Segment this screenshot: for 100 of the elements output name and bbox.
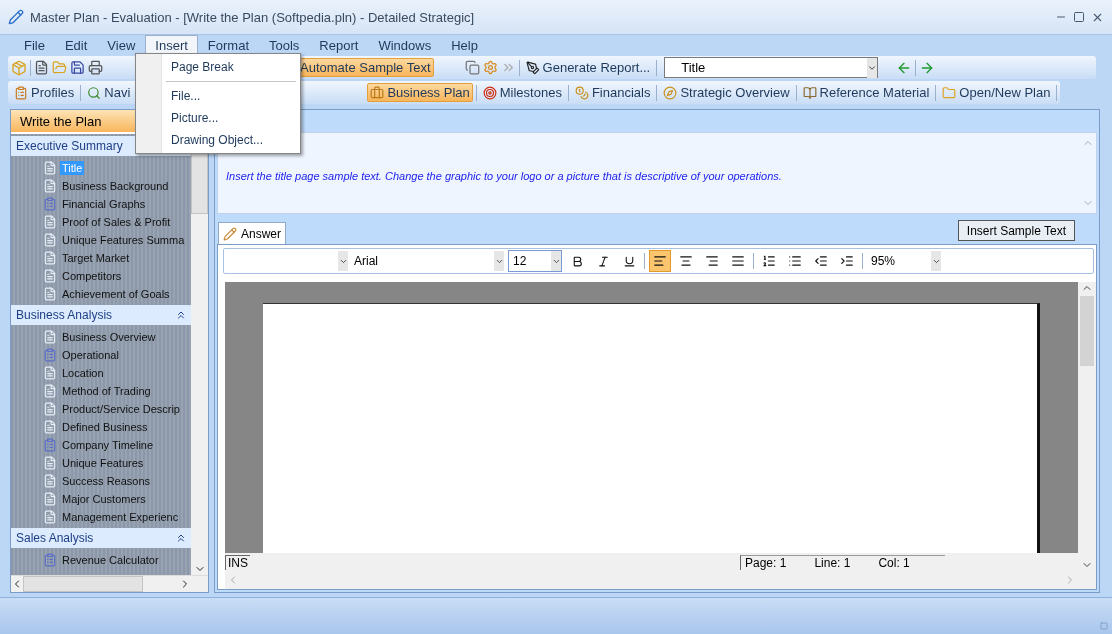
scroll-thumb[interactable] bbox=[23, 576, 143, 592]
app-icon bbox=[8, 9, 24, 25]
nav-item[interactable]: Business Overview bbox=[60, 330, 158, 344]
menu-item[interactable]: Edit bbox=[54, 35, 98, 55]
page-icon bbox=[43, 384, 57, 398]
menu-item[interactable]: Windows bbox=[368, 35, 442, 55]
table-icon bbox=[43, 553, 57, 567]
menu-item[interactable]: Format bbox=[197, 35, 259, 55]
nav-button[interactable]: Open/New Plan bbox=[939, 83, 1054, 102]
page-icon bbox=[43, 233, 57, 247]
nav-item[interactable]: Success Reasons bbox=[60, 474, 153, 488]
target-icon bbox=[482, 85, 497, 100]
column-indicator: Col: 1 bbox=[878, 555, 910, 570]
section-select[interactable]: Title bbox=[664, 57, 879, 78]
bullet-list-icon bbox=[788, 254, 802, 268]
menu-item[interactable]: Report bbox=[309, 35, 369, 55]
nav-item[interactable]: Business Background bbox=[60, 179, 171, 193]
money-bag-icon bbox=[574, 85, 589, 100]
align-left-icon bbox=[653, 254, 667, 268]
nav-item[interactable]: Operational bbox=[60, 348, 121, 362]
save-icon[interactable] bbox=[70, 60, 85, 75]
table-icon bbox=[43, 438, 57, 452]
menu-item[interactable]: View bbox=[97, 35, 146, 55]
page-indicator: Page: 1 bbox=[745, 555, 787, 570]
numbered-list-icon bbox=[762, 254, 776, 268]
menu-item[interactable]: Insert bbox=[145, 35, 198, 55]
insert-sample-text-button[interactable]: Insert Sample Text bbox=[957, 220, 1075, 241]
nav-item[interactable]: Financial Graphs bbox=[60, 197, 148, 211]
page-icon bbox=[43, 510, 57, 524]
menu-option[interactable]: File... bbox=[136, 85, 300, 107]
maximize-icon[interactable] bbox=[1073, 11, 1085, 23]
menu-item[interactable]: Help bbox=[441, 35, 488, 55]
menu-item[interactable]: File bbox=[14, 35, 55, 55]
page-icon bbox=[43, 251, 57, 265]
page-icon bbox=[43, 161, 57, 175]
nav-item[interactable]: Unique Features bbox=[60, 456, 146, 470]
nav-item[interactable]: Product/Service Descrip bbox=[60, 402, 182, 416]
answer-tab[interactable]: Answer bbox=[218, 222, 286, 244]
pencil-icon bbox=[223, 226, 237, 241]
line-indicator: Line: 1 bbox=[814, 555, 851, 570]
page-icon bbox=[43, 269, 57, 283]
nav-item[interactable]: Unique Features Summa bbox=[60, 233, 187, 247]
table-icon bbox=[43, 197, 57, 211]
new-document-icon[interactable] bbox=[34, 60, 49, 75]
indent-icon bbox=[840, 254, 854, 268]
nav-item[interactable]: Proof of Sales & Profit bbox=[60, 215, 173, 229]
nav-item[interactable]: Target Market bbox=[60, 251, 132, 265]
generate-report-button[interactable]: Generate Report... bbox=[522, 58, 654, 77]
section-header[interactable]: Business Analysis bbox=[11, 305, 191, 325]
folder-icon bbox=[942, 85, 957, 100]
nav-item[interactable]: Major Customers bbox=[60, 492, 148, 506]
insert-mode-indicator: INS bbox=[225, 554, 250, 570]
page-icon bbox=[43, 330, 57, 344]
scroll-thumb[interactable] bbox=[1080, 296, 1094, 366]
page-icon bbox=[43, 492, 57, 506]
nav-item[interactable]: Achievement of Goals bbox=[60, 287, 172, 301]
nav-item[interactable]: Company Timeline bbox=[60, 438, 156, 452]
nav-button[interactable]: Business Plan bbox=[367, 83, 473, 102]
font-size-dropdown[interactable]: 12 bbox=[508, 250, 562, 272]
nav-button[interactable]: Navi bbox=[84, 83, 134, 102]
vertical-scrollbar[interactable] bbox=[1078, 282, 1096, 589]
nav-button[interactable]: Strategic Overview bbox=[660, 83, 793, 102]
nav-item[interactable]: Location bbox=[60, 366, 106, 380]
nav-button[interactable]: Profiles bbox=[11, 83, 78, 102]
section-header[interactable]: Sales Analysis bbox=[11, 528, 191, 548]
nav-item[interactable]: Competitors bbox=[60, 269, 124, 283]
align-center-icon bbox=[679, 254, 693, 268]
page-icon bbox=[43, 287, 57, 301]
pen-icon bbox=[525, 60, 540, 75]
page-icon bbox=[43, 420, 57, 434]
page-icon bbox=[43, 215, 57, 229]
nav-item[interactable]: Management Experienc bbox=[60, 510, 181, 524]
align-button[interactable] bbox=[649, 250, 671, 272]
menu-option[interactable]: Page Break bbox=[136, 56, 300, 78]
page-icon bbox=[43, 366, 57, 380]
outdent-icon bbox=[814, 254, 828, 268]
nav-item[interactable]: Revenue Calculator bbox=[60, 553, 161, 567]
nav-button[interactable]: Milestones bbox=[479, 83, 565, 102]
page-icon bbox=[43, 402, 57, 416]
table-icon bbox=[43, 348, 57, 362]
resize-grip-icon bbox=[1100, 622, 1108, 630]
compass-icon bbox=[663, 85, 678, 100]
font-dropdown[interactable]: Arial bbox=[352, 251, 504, 271]
zoom-dropdown[interactable]: 95% bbox=[867, 251, 941, 271]
collapse-icon[interactable] bbox=[175, 532, 187, 544]
clipboard-icon bbox=[14, 85, 28, 100]
italic-icon bbox=[596, 254, 610, 268]
align-right-icon bbox=[705, 254, 719, 268]
horizontal-scrollbar[interactable] bbox=[11, 575, 208, 592]
print-icon[interactable] bbox=[88, 60, 103, 75]
nav-button[interactable]: Reference Material bbox=[799, 83, 933, 102]
copy-icon[interactable] bbox=[464, 60, 480, 75]
window-title: Master Plan - Evaluation - [Write the Plan (Softpedia.pln) - Detailed Strategic] bbox=[30, 9, 476, 25]
nav-item[interactable]: Defined Business bbox=[60, 420, 150, 434]
collapse-icon[interactable] bbox=[175, 309, 187, 321]
nav-item[interactable]: Method of Trading bbox=[60, 384, 153, 398]
underline-icon bbox=[622, 254, 636, 268]
menu-item[interactable]: Tools bbox=[259, 35, 310, 55]
nav-button[interactable]: Financials bbox=[571, 83, 654, 102]
page-icon bbox=[43, 456, 57, 470]
